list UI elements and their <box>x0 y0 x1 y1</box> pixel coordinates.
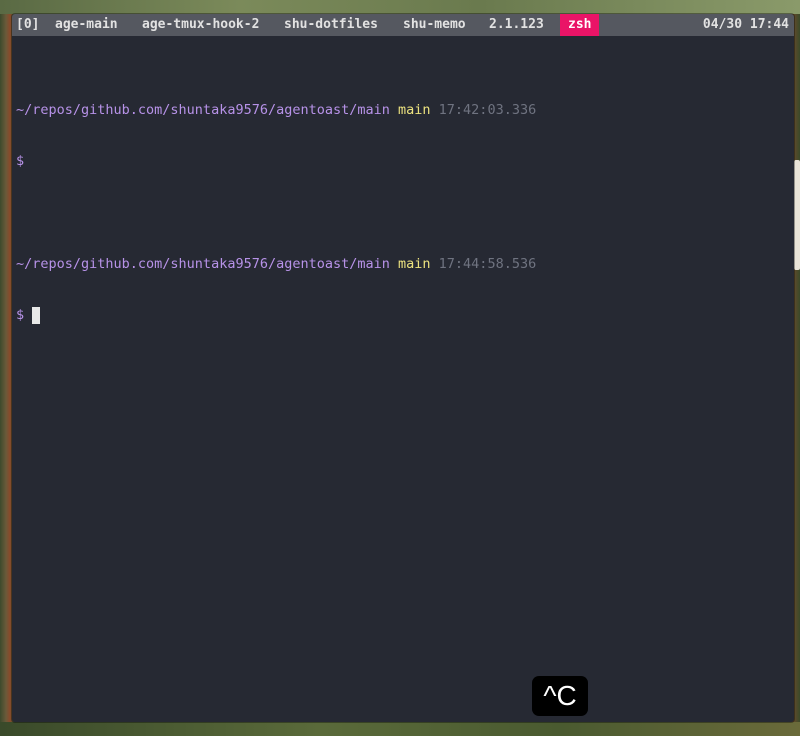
terminal-window[interactable]: [0] age-main age-tmux-hook-2 shu-dotfile… <box>12 14 794 722</box>
prompt-header: ~/repos/github.com/shuntaka9576/agentoas… <box>16 256 536 273</box>
prompt-header: ~/repos/github.com/shuntaka9576/agentoas… <box>16 102 536 119</box>
tmux-window-zsh-active[interactable]: zsh <box>560 14 600 36</box>
tmux-window-shu-dotfiles[interactable]: shu-dotfiles <box>276 14 386 36</box>
terminal-output[interactable]: ~/repos/github.com/shuntaka9576/agentoas… <box>16 68 536 358</box>
tmux-clock: 04/30 17:44 <box>702 17 789 32</box>
keystroke-overlay: ^C <box>532 676 588 716</box>
wallpaper-tree-trunk <box>794 160 800 270</box>
prompt-git-branch: main <box>398 102 431 118</box>
tmux-window-age-tmux-hook-2[interactable]: age-tmux-hook-2 <box>134 14 267 36</box>
wallpaper <box>0 0 800 14</box>
prompt-timestamp: 17:42:03.336 <box>438 102 537 118</box>
terminal-cursor <box>32 307 41 324</box>
tmux-window-version[interactable]: 2.1.123 <box>481 14 552 36</box>
wallpaper-ground <box>0 722 800 736</box>
prompt-path: ~/repos/github.com/shuntaka9576/agentoas… <box>16 256 390 272</box>
tmux-session-index: [0] <box>16 17 40 32</box>
tmux-window-shu-memo[interactable]: shu-memo <box>395 14 474 36</box>
prompt-symbol: $ <box>16 153 25 169</box>
prompt-git-branch: main <box>398 256 431 272</box>
prompt-timestamp: 17:44:58.536 <box>438 256 537 272</box>
prompt-symbol: $ <box>16 307 25 323</box>
prompt-path: ~/repos/github.com/shuntaka9576/agentoas… <box>16 102 390 118</box>
tmux-window-age-main[interactable]: age-main <box>47 14 126 36</box>
tmux-status-bar: [0] age-main age-tmux-hook-2 shu-dotfile… <box>12 14 794 36</box>
prompt-input-line-current[interactable]: $ <box>16 307 536 324</box>
prompt-input-line: $ <box>16 153 536 170</box>
